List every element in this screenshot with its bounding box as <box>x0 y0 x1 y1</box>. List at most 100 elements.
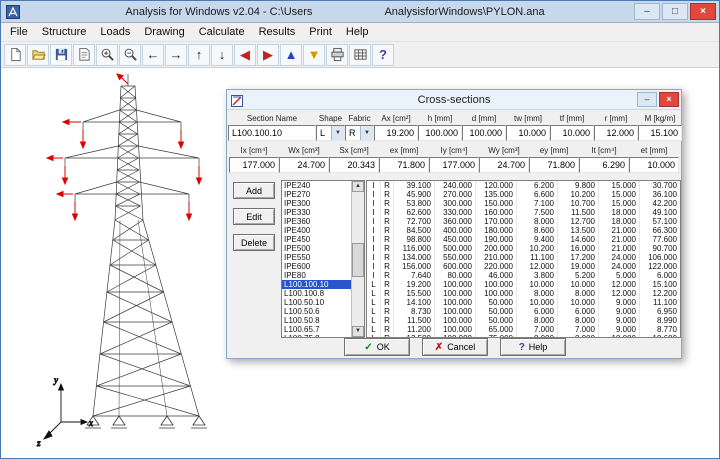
view-up-button[interactable]: ▲ <box>280 44 302 66</box>
list-item[interactable]: L100.65.7 <box>282 325 351 334</box>
scrollbar-thumb[interactable] <box>352 243 364 277</box>
table-row[interactable]: IR156.000600.000220.00012.00019.00024.00… <box>367 262 680 271</box>
delete-button[interactable]: Delete <box>233 234 275 251</box>
pan-right-button[interactable]: → <box>165 44 187 66</box>
list-item[interactable]: IPE80 <box>282 271 351 280</box>
table-cell: I <box>367 262 380 271</box>
dialog-minimize-button[interactable]: – <box>637 92 657 107</box>
table-row[interactable]: IR116.000500.000200.00010.20016.00021.00… <box>367 244 680 253</box>
table-row[interactable]: IR62.600330.000160.0007.50011.50018.0004… <box>367 208 680 217</box>
table-row[interactable]: IR45.900270.000135.0006.60010.20015.0003… <box>367 190 680 199</box>
menu-print[interactable]: Print <box>302 24 339 40</box>
minimize-button[interactable]: – <box>634 3 660 20</box>
list-item[interactable]: IPE500 <box>282 244 351 253</box>
table-row[interactable]: LR15.500100.000100.0008.0008.00012.00012… <box>367 289 680 298</box>
view-down-button[interactable]: ▼ <box>303 44 325 66</box>
open-button[interactable] <box>27 44 49 66</box>
menu-loads[interactable]: Loads <box>93 24 137 40</box>
property-field[interactable]: 10.000 <box>506 125 550 141</box>
property-field[interactable]: 24.700 <box>279 157 329 173</box>
list-item[interactable]: L100.75.8 <box>282 334 351 337</box>
list-item[interactable]: IPE360 <box>282 217 351 226</box>
list-item[interactable]: IPE400 <box>282 226 351 235</box>
help-button[interactable]: ? <box>372 44 394 66</box>
property-field[interactable]: 12.000 <box>594 125 638 141</box>
list-scrollbar[interactable]: ▲ ▼ <box>351 181 364 337</box>
close-button[interactable]: × <box>690 3 716 20</box>
table-row[interactable]: LR19.200100.000100.00010.00010.00012.000… <box>367 280 680 289</box>
list-item[interactable]: IPE300 <box>282 199 351 208</box>
pan-up-button[interactable]: ↑ <box>188 44 210 66</box>
menu-help[interactable]: Help <box>339 24 376 40</box>
zoom-in-button[interactable] <box>96 44 118 66</box>
table-row[interactable]: IR53.800300.000150.0007.10010.70015.0004… <box>367 199 680 208</box>
table-row[interactable]: IR84.500400.000180.0008.60013.50021.0006… <box>367 226 680 235</box>
list-item[interactable]: IPE240 <box>282 181 351 190</box>
rotate-right-button[interactable]: ▶ <box>257 44 279 66</box>
table-row[interactable]: IR7.64080.00046.0003.8005.2005.0006.000 <box>367 271 680 280</box>
table-row[interactable]: LR11.500100.00050.0008.0008.0009.0008.99… <box>367 316 680 325</box>
ok-button[interactable]: ✓OK <box>344 338 410 356</box>
list-item[interactable]: L100.100.10 <box>282 280 351 289</box>
property-field[interactable]: 19.200 <box>374 125 418 141</box>
pan-down-button[interactable]: ↓ <box>211 44 233 66</box>
property-field[interactable]: 15.100 <box>638 125 682 141</box>
menu-file[interactable]: File <box>3 24 35 40</box>
section-name-input[interactable]: L100.100.10 <box>228 125 316 141</box>
zoom-out-button[interactable] <box>119 44 141 66</box>
list-item[interactable]: IPE330 <box>282 208 351 217</box>
print-preview-button[interactable] <box>73 44 95 66</box>
property-field[interactable]: 71.800 <box>379 157 429 173</box>
chevron-down-icon[interactable]: ▼ <box>360 126 373 140</box>
chevron-down-icon[interactable]: ▼ <box>331 126 344 140</box>
property-field[interactable]: 177.000 <box>429 157 479 173</box>
triangle-down-icon: ▼ <box>308 48 321 61</box>
list-item[interactable]: L100.50.6 <box>282 307 351 316</box>
property-field[interactable]: 71.800 <box>529 157 579 173</box>
title-bar[interactable]: Analysis for Windows v2.04 - C:\UsersAna… <box>1 1 719 23</box>
table-row[interactable]: LR8.730100.00050.0006.0006.0009.0006.950 <box>367 307 680 316</box>
help-button[interactable]: ?Help <box>500 338 566 356</box>
list-item[interactable]: L100.100.8 <box>282 289 351 298</box>
table-row[interactable]: IR98.800450.000190.0009.40014.60021.0007… <box>367 235 680 244</box>
scroll-up-icon[interactable]: ▲ <box>352 181 364 192</box>
property-field[interactable]: 24.700 <box>479 157 529 173</box>
property-field[interactable]: 177.000 <box>229 157 279 173</box>
table-row[interactable]: IR72.700360.000170.0008.00012.70018.0005… <box>367 217 680 226</box>
table-row[interactable]: LR11.200100.00065.0007.0007.0009.0008.77… <box>367 325 680 334</box>
property-field[interactable]: 10.000 <box>629 157 679 173</box>
table-row[interactable]: IR134.000550.000210.00011.10017.20024.00… <box>367 253 680 262</box>
property-field[interactable]: 100.000 <box>418 125 462 141</box>
list-item[interactable]: L100.50.8 <box>282 316 351 325</box>
table-row[interactable]: LR14.100100.00050.00010.00010.0009.00011… <box>367 298 680 307</box>
dialog-title-bar[interactable]: Cross-sections – × <box>227 90 681 110</box>
cancel-button[interactable]: ✗Cancel <box>422 338 488 356</box>
property-field[interactable]: 6.290 <box>579 157 629 173</box>
property-field[interactable]: 10.000 <box>550 125 594 141</box>
new-button[interactable] <box>4 44 26 66</box>
add-button[interactable]: Add <box>233 182 275 199</box>
rotate-left-button[interactable]: ◀ <box>234 44 256 66</box>
list-item[interactable]: IPE270 <box>282 190 351 199</box>
list-item[interactable]: IPE450 <box>282 235 351 244</box>
menu-calculate[interactable]: Calculate <box>192 24 252 40</box>
save-button[interactable] <box>50 44 72 66</box>
list-item[interactable]: IPE550 <box>282 253 351 262</box>
fabric-select[interactable]: R▼ <box>345 125 374 141</box>
property-field[interactable]: 100.000 <box>462 125 506 141</box>
list-item[interactable]: IPE600 <box>282 262 351 271</box>
print-button[interactable] <box>326 44 348 66</box>
pan-left-button[interactable]: ← <box>142 44 164 66</box>
dialog-close-button[interactable]: × <box>659 92 679 107</box>
menu-results[interactable]: Results <box>252 24 303 40</box>
edit-button[interactable]: Edit <box>233 208 275 225</box>
scroll-down-icon[interactable]: ▼ <box>352 326 364 337</box>
menu-drawing[interactable]: Drawing <box>137 24 191 40</box>
shape-select[interactable]: L▼ <box>316 125 345 141</box>
table-row[interactable]: IR39.100240.000120.0006.2009.80015.00030… <box>367 181 680 190</box>
table-button[interactable] <box>349 44 371 66</box>
list-item[interactable]: L100.50.10 <box>282 298 351 307</box>
menu-structure[interactable]: Structure <box>35 24 94 40</box>
maximize-button[interactable]: □ <box>662 3 688 20</box>
property-field[interactable]: 20.343 <box>329 157 379 173</box>
